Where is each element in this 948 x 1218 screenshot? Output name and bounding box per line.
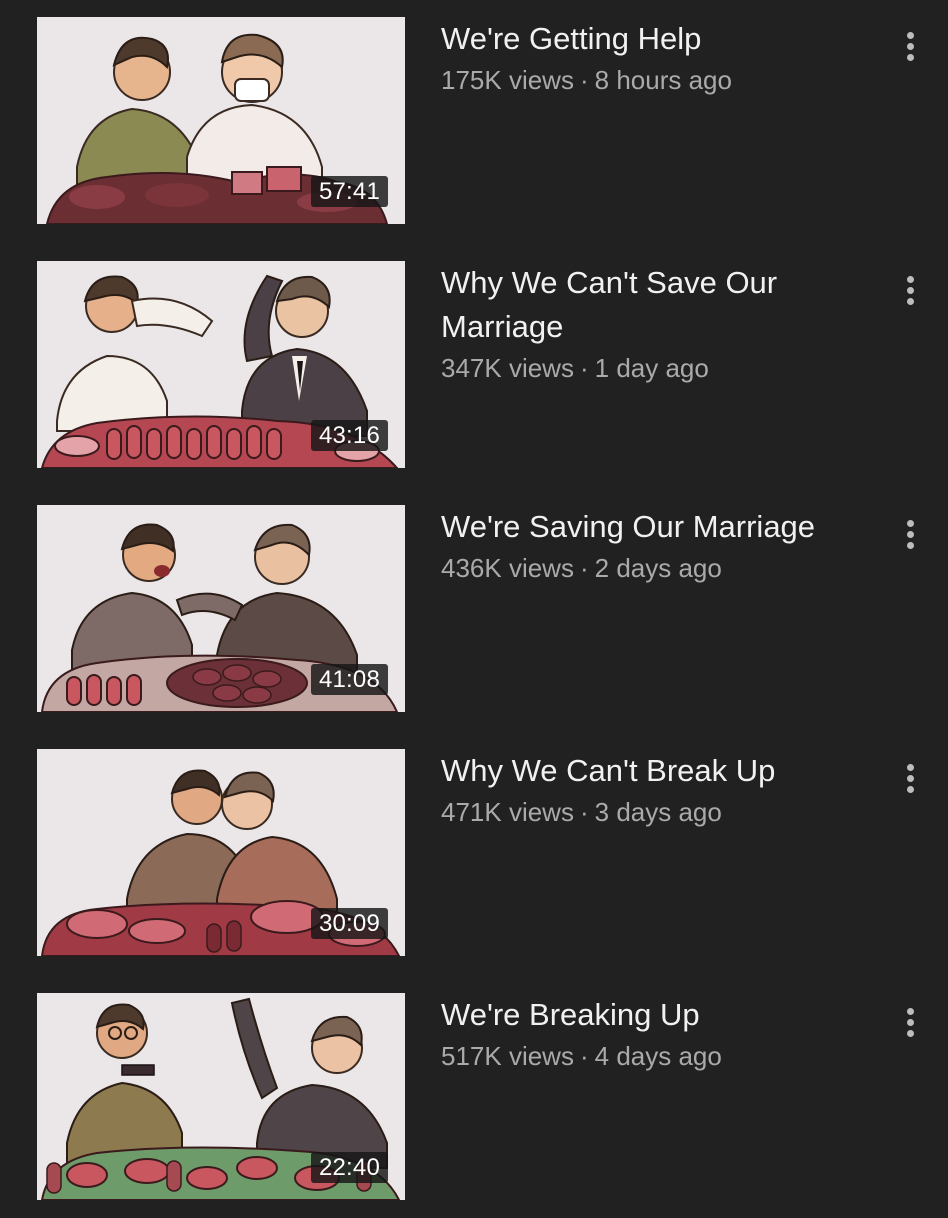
meta-separator: · xyxy=(579,353,589,383)
video-info[interactable]: Why We Can't Save Our Marriage 347K view… xyxy=(441,261,881,388)
more-vert-icon[interactable] xyxy=(898,1001,924,1045)
view-count: 347K views xyxy=(441,353,574,383)
duration-badge: 22:40 xyxy=(310,1152,388,1183)
video-meta: 175K views · 8 hours ago xyxy=(441,60,881,100)
meta-separator: · xyxy=(579,65,589,95)
more-vert-icon[interactable] xyxy=(898,757,924,801)
upload-age: 4 days ago xyxy=(594,1041,722,1071)
video-title[interactable]: Why We Can't Break Up xyxy=(441,749,881,793)
video-item[interactable]: 57:41 We're Getting Help 175K views · 8 ho… xyxy=(0,17,948,242)
video-info[interactable]: Why We Can't Break Up 471K views · 3 days … xyxy=(441,749,881,832)
duration-badge: 30:09 xyxy=(310,908,388,939)
video-title[interactable]: We're Breaking Up xyxy=(441,993,881,1037)
view-count: 517K views xyxy=(441,1041,574,1071)
more-vert-icon[interactable] xyxy=(898,25,924,69)
video-thumbnail[interactable]: 43:16 xyxy=(37,261,405,468)
meta-separator: · xyxy=(579,797,589,827)
duration-badge: 43:16 xyxy=(310,420,388,451)
video-info[interactable]: We're Getting Help 175K views · 8 hours ag… xyxy=(441,17,881,100)
upload-age: 1 day ago xyxy=(594,353,709,383)
video-item[interactable]: 22:40 We're Breaking Up 517K views · 4 day… xyxy=(0,993,948,1218)
upload-age: 2 days ago xyxy=(594,553,722,583)
meta-separator: · xyxy=(579,1041,589,1071)
video-thumbnail[interactable]: 30:09 xyxy=(37,749,405,956)
video-item[interactable]: 41:08 We're Saving Our Marriage 436K vie… xyxy=(0,505,948,730)
more-vert-icon[interactable] xyxy=(898,513,924,557)
video-meta: 347K views · 1 day ago xyxy=(441,348,881,388)
video-title[interactable]: We're Saving Our Marriage xyxy=(441,505,881,549)
video-info[interactable]: We're Saving Our Marriage 436K views · 2 d… xyxy=(441,505,881,588)
video-title[interactable]: Why We Can't Save Our Marriage xyxy=(441,261,881,349)
video-meta: 436K views · 2 days ago xyxy=(441,548,881,588)
view-count: 436K views xyxy=(441,553,574,583)
upload-age: 3 days ago xyxy=(594,797,722,827)
upload-age: 8 hours ago xyxy=(594,65,732,95)
video-thumbnail[interactable]: 22:40 xyxy=(37,993,405,1200)
meta-separator: · xyxy=(579,553,589,583)
video-thumbnail[interactable]: 57:41 xyxy=(37,17,405,224)
more-vert-icon[interactable] xyxy=(898,269,924,313)
video-title[interactable]: We're Getting Help xyxy=(441,17,881,61)
duration-badge: 41:08 xyxy=(310,664,388,695)
video-thumbnail[interactable]: 41:08 xyxy=(37,505,405,712)
video-info[interactable]: We're Breaking Up 517K views · 4 days ago xyxy=(441,993,881,1076)
video-meta: 471K views · 3 days ago xyxy=(441,792,881,832)
video-item[interactable]: 43:16 Why We Can't Save Our Marriage 347… xyxy=(0,261,948,486)
view-count: 175K views xyxy=(441,65,574,95)
video-item[interactable]: 30:09 Why We Can't Break Up 471K views · 3… xyxy=(0,749,948,974)
video-meta: 517K views · 4 days ago xyxy=(441,1036,881,1076)
duration-badge: 57:41 xyxy=(310,176,388,207)
view-count: 471K views xyxy=(441,797,574,827)
